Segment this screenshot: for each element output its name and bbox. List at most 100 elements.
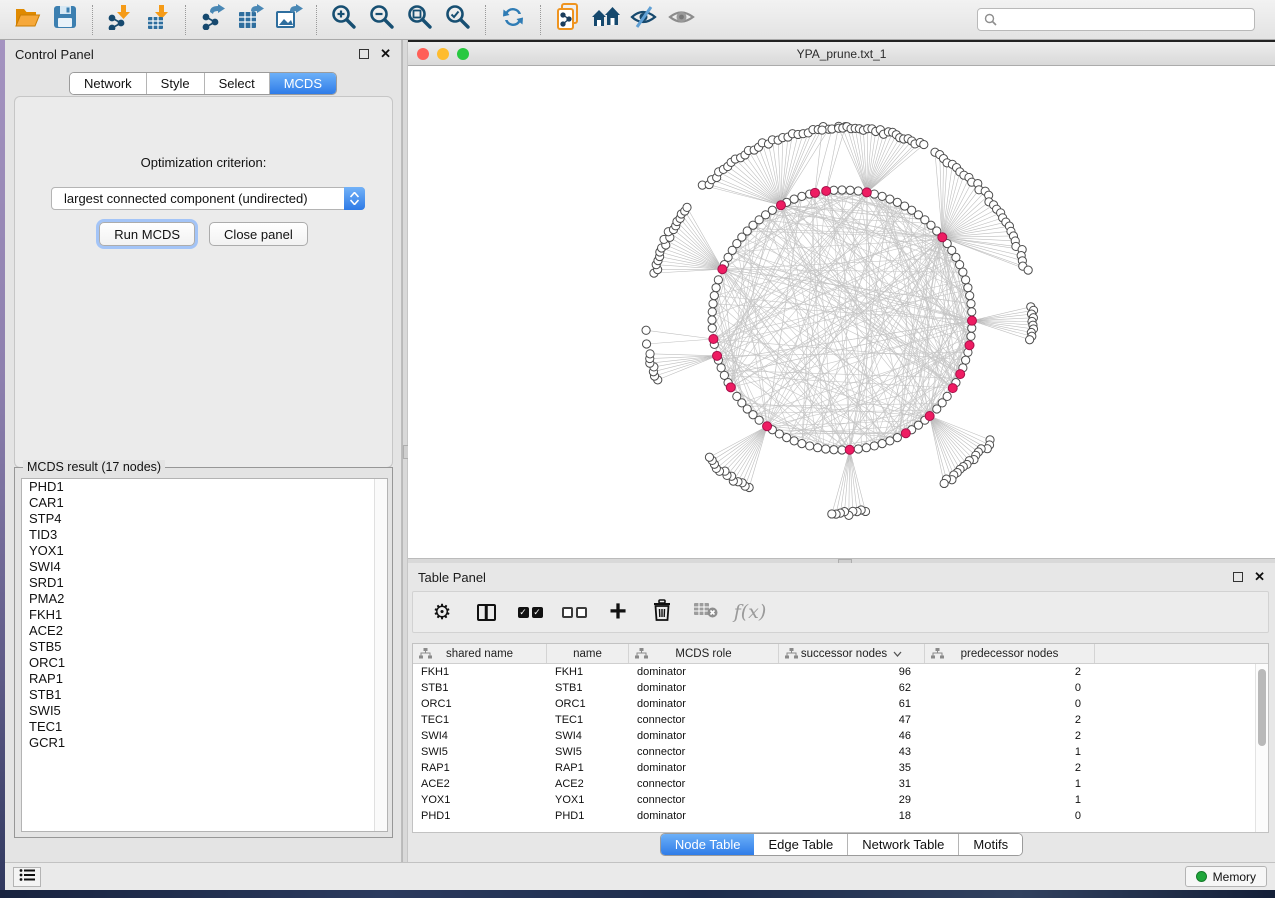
table-cell[interactable]: RAP1: [413, 762, 547, 774]
tab-network-table[interactable]: Network Table: [848, 834, 959, 855]
table-cell[interactable]: SWI5: [547, 746, 629, 758]
delete-column-button[interactable]: [645, 595, 679, 629]
table-cell[interactable]: dominator: [629, 682, 779, 694]
close-panel-icon[interactable]: ✕: [380, 49, 391, 59]
add-column-button[interactable]: +: [601, 595, 635, 629]
table-row[interactable]: ORC1ORC1dominator610: [413, 696, 1268, 712]
network-canvas[interactable]: [408, 66, 1275, 558]
mcds-list-scrollbar[interactable]: [374, 479, 387, 831]
tab-motifs[interactable]: Motifs: [959, 834, 1022, 855]
table-scrollbar-thumb[interactable]: [1258, 669, 1266, 746]
table-cell[interactable]: 2: [925, 730, 1095, 742]
table-row[interactable]: STB1STB1dominator620: [413, 680, 1268, 696]
table-row[interactable]: SWI5SWI5connector431: [413, 744, 1268, 760]
table-cell[interactable]: ORC1: [547, 698, 629, 710]
table-cell[interactable]: SWI5: [413, 746, 547, 758]
table-cell[interactable]: connector: [629, 778, 779, 790]
mcds-result-list[interactable]: PHD1CAR1STP4TID3YOX1SWI4SRD1PMA2FKH1ACE2…: [21, 478, 388, 832]
task-history-button[interactable]: [13, 867, 41, 887]
table-options-button[interactable]: ⚙: [425, 595, 459, 629]
table-cell[interactable]: ORC1: [413, 698, 547, 710]
hide-selected-button[interactable]: [625, 3, 663, 37]
network-from-selection-button[interactable]: [549, 3, 587, 37]
table-row[interactable]: ACE2ACE2connector311: [413, 776, 1268, 792]
mcds-result-item[interactable]: PMA2: [22, 591, 387, 607]
first-neighbors-button[interactable]: [587, 3, 625, 37]
table-cell[interactable]: 43: [779, 746, 925, 758]
search-box[interactable]: [977, 8, 1255, 31]
table-cell[interactable]: connector: [629, 794, 779, 806]
table-cell[interactable]: FKH1: [547, 666, 629, 678]
search-input[interactable]: [1002, 13, 1248, 27]
tab-style[interactable]: Style: [147, 73, 205, 94]
table-cell[interactable]: 2: [925, 666, 1095, 678]
mcds-result-item[interactable]: RAP1: [22, 671, 387, 687]
delete-table-button[interactable]: [689, 595, 723, 629]
table-cell[interactable]: 47: [779, 714, 925, 726]
zoom-in-button[interactable]: [325, 3, 363, 37]
table-cell[interactable]: STB1: [413, 682, 547, 694]
table-cell[interactable]: 29: [779, 794, 925, 806]
column-pane-button[interactable]: [469, 595, 503, 629]
table-cell[interactable]: SWI4: [547, 730, 629, 742]
table-row[interactable]: PHD1PHD1dominator180: [413, 808, 1268, 824]
sort-desc-icon[interactable]: [893, 651, 902, 657]
table-cell[interactable]: 1: [925, 746, 1095, 758]
export-image-button[interactable]: [270, 3, 308, 37]
table-cell[interactable]: STB1: [547, 682, 629, 694]
tab-select[interactable]: Select: [205, 73, 270, 94]
mcds-result-item[interactable]: ACE2: [22, 623, 387, 639]
mcds-result-item[interactable]: GCR1: [22, 735, 387, 751]
table-cell[interactable]: PHD1: [413, 810, 547, 822]
column-header-successor-nodes[interactable]: successor nodes: [779, 644, 925, 663]
column-header-shared-name[interactable]: shared name: [413, 644, 547, 663]
table-cell[interactable]: 35: [779, 762, 925, 774]
mcds-result-item[interactable]: CAR1: [22, 495, 387, 511]
table-cell[interactable]: 62: [779, 682, 925, 694]
table-cell[interactable]: 31: [779, 778, 925, 790]
float-panel-icon[interactable]: [359, 49, 369, 59]
table-row[interactable]: SWI4SWI4dominator462: [413, 728, 1268, 744]
import-network-button[interactable]: [101, 3, 139, 37]
table-cell[interactable]: 61: [779, 698, 925, 710]
function-builder-button[interactable]: f(x): [733, 595, 767, 629]
table-cell[interactable]: ACE2: [547, 778, 629, 790]
export-table-button[interactable]: [232, 3, 270, 37]
zoom-fit-button[interactable]: [401, 3, 439, 37]
mcds-result-item[interactable]: YOX1: [22, 543, 387, 559]
table-cell[interactable]: PHD1: [547, 810, 629, 822]
table-cell[interactable]: 2: [925, 714, 1095, 726]
deselect-all-button[interactable]: [557, 595, 591, 629]
table-cell[interactable]: TEC1: [413, 714, 547, 726]
export-network-button[interactable]: [194, 3, 232, 37]
table-cell[interactable]: dominator: [629, 762, 779, 774]
select-all-button[interactable]: ✓✓: [513, 595, 547, 629]
mcds-result-item[interactable]: PHD1: [22, 479, 387, 495]
apply-layout-button[interactable]: [494, 3, 532, 37]
tab-edge-table[interactable]: Edge Table: [754, 834, 848, 855]
table-cell[interactable]: connector: [629, 746, 779, 758]
mcds-result-item[interactable]: SWI5: [22, 703, 387, 719]
save-session-button[interactable]: [46, 3, 84, 37]
table-row[interactable]: RAP1RAP1dominator352: [413, 760, 1268, 776]
table-cell[interactable]: 46: [779, 730, 925, 742]
table-scrollbar[interactable]: [1255, 664, 1268, 832]
table-cell[interactable]: dominator: [629, 810, 779, 822]
mcds-result-item[interactable]: SRD1: [22, 575, 387, 591]
network-window-titlebar[interactable]: YPA_prune.txt_1: [408, 42, 1275, 66]
mcds-result-item[interactable]: STB1: [22, 687, 387, 703]
table-cell[interactable]: 18: [779, 810, 925, 822]
table-cell[interactable]: dominator: [629, 666, 779, 678]
table-cell[interactable]: TEC1: [547, 714, 629, 726]
close-panel-icon[interactable]: ✕: [1254, 572, 1265, 582]
float-panel-icon[interactable]: [1233, 572, 1243, 582]
table-cell[interactable]: ACE2: [413, 778, 547, 790]
table-row[interactable]: YOX1YOX1connector291: [413, 792, 1268, 808]
table-cell[interactable]: SWI4: [413, 730, 547, 742]
table-cell[interactable]: FKH1: [413, 666, 547, 678]
table-cell[interactable]: 2: [925, 762, 1095, 774]
column-header-predecessor-nodes[interactable]: predecessor nodes: [925, 644, 1095, 663]
table-cell[interactable]: 0: [925, 698, 1095, 710]
table-cell[interactable]: 0: [925, 810, 1095, 822]
column-header-name[interactable]: name: [547, 644, 629, 663]
